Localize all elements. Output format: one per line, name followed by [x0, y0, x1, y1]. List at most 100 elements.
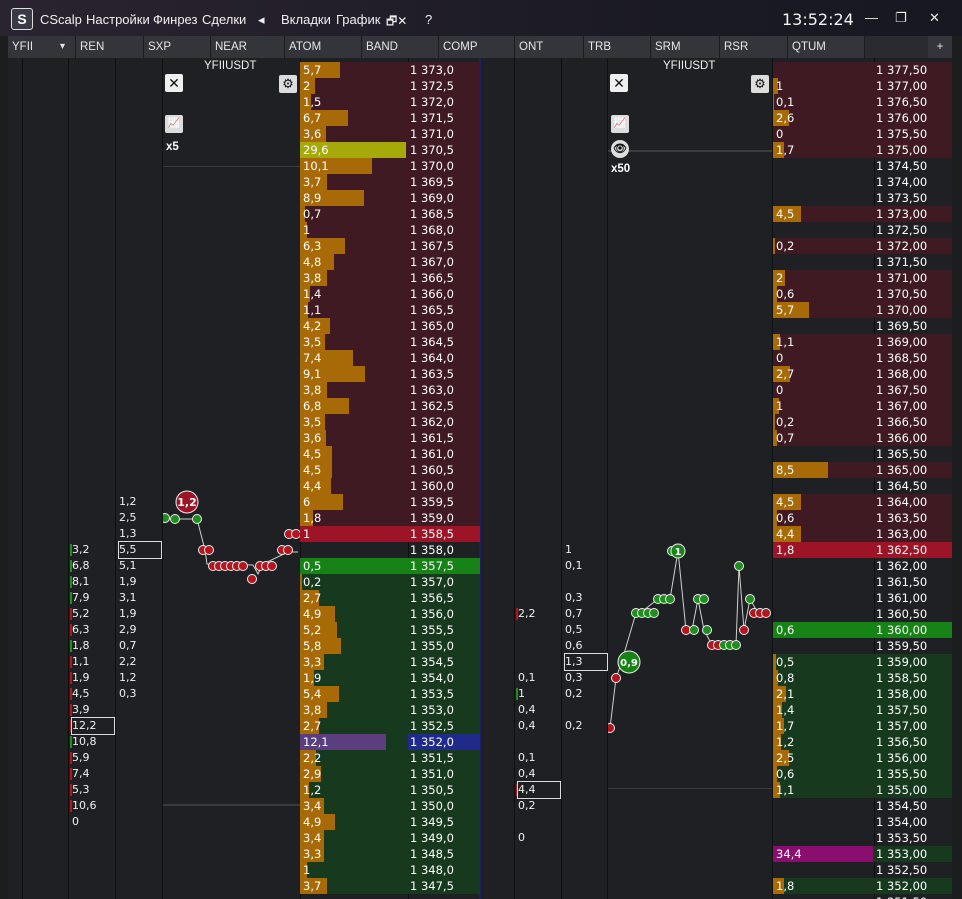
orderbook-row[interactable]: 1,7 1 357,00 [773, 718, 952, 734]
orderbook-row[interactable]: 0 1 368,50 [773, 350, 952, 366]
tab-ont[interactable]: ONT [515, 36, 584, 58]
orderbook-row[interactable]: 34,4 1 353,00 [773, 846, 952, 862]
left-multiplier[interactable]: x5 [166, 141, 179, 153]
orderbook-row[interactable]: 1,8 1 362,50 [773, 542, 952, 558]
orderbook-row[interactable]: 3,5 1 362,0 [300, 414, 480, 430]
orderbook-row[interactable]: 1 361,50 [773, 574, 952, 590]
orderbook-row[interactable]: 0,6 1 370,50 [773, 286, 952, 302]
orderbook-row[interactable]: 1,2 1 350,5 [300, 782, 480, 798]
orderbook-row[interactable]: 0,5 1 359,00 [773, 654, 952, 670]
orderbook-row[interactable]: 1 373,50 [773, 190, 952, 206]
orderbook-row[interactable]: 1,5 1 372,0 [300, 94, 480, 110]
orderbook-row[interactable]: 1 364,50 [773, 478, 952, 494]
orderbook-row[interactable]: 1 371,50 [773, 254, 952, 270]
orderbook-row[interactable]: 3,6 1 361,5 [300, 430, 480, 446]
orderbook-row[interactable]: 8,9 1 369,0 [300, 190, 480, 206]
tab-srm[interactable]: SRM [651, 36, 720, 58]
close-window-icon[interactable]: ✕ [929, 10, 940, 26]
orderbook-row[interactable]: 10,1 1 370,0 [300, 158, 480, 174]
menu-settings[interactable]: Настройки [86, 12, 150, 27]
orderbook-row[interactable]: 0,7 1 368,5 [300, 206, 480, 222]
orderbook-row[interactable]: 3,6 1 371,0 [300, 126, 480, 142]
orderbook-row[interactable]: 1 358,0 [300, 542, 480, 558]
orderbook-row[interactable]: 3,8 1 353,0 [300, 702, 480, 718]
orderbook-row[interactable]: 4,9 1 349,5 [300, 814, 480, 830]
orderbook-row[interactable]: 3,8 1 363,0 [300, 382, 480, 398]
orderbook-row[interactable]: 1,2 1 356,50 [773, 734, 952, 750]
menu-finrez[interactable]: Финрез [153, 12, 197, 27]
minimize-icon[interactable]: — [865, 10, 878, 25]
orderbook-row[interactable]: 3,4 1 349,0 [300, 830, 480, 846]
orderbook-row[interactable]: 0,7 1 366,00 [773, 430, 952, 446]
orderbook-row[interactable]: 4,2 1 365,0 [300, 318, 480, 334]
orderbook-row[interactable]: 0,8 1 358,50 [773, 670, 952, 686]
orderbook-row[interactable]: 29,6 1 370,5 [300, 142, 480, 158]
orderbook-row[interactable]: 2,7 1 352,5 [300, 718, 480, 734]
tab-atom[interactable]: ATOM [285, 36, 362, 58]
orderbook-row[interactable]: 2 1 371,00 [773, 270, 952, 286]
menu-trades[interactable]: Сделки [202, 12, 246, 27]
orderbook-row[interactable]: 1,1 1 369,00 [773, 334, 952, 350]
orderbook-row[interactable]: 2,6 1 376,00 [773, 110, 952, 126]
orderbook-row[interactable]: 6,7 1 371,5 [300, 110, 480, 126]
orderbook-row[interactable]: 4,9 1 356,0 [300, 606, 480, 622]
right-multiplier[interactable]: x50 [611, 163, 630, 175]
orderbook-row[interactable]: 5,4 1 353,5 [300, 686, 480, 702]
orderbook-row[interactable]: 1 351,50 [773, 894, 952, 899]
orderbook-row[interactable]: 1 374,00 [773, 174, 952, 190]
orderbook-row[interactable]: 4,4 1 363,00 [773, 526, 952, 542]
orderbook-row[interactable]: 1 1 368,0 [300, 222, 480, 238]
right-close-icon[interactable]: ✕ [610, 74, 628, 92]
orderbook-row[interactable]: 1 369,50 [773, 318, 952, 334]
orderbook-row[interactable]: 1 352,50 [773, 862, 952, 878]
orderbook-row[interactable]: 2,1 1 358,00 [773, 686, 952, 702]
orderbook-row[interactable]: 3,4 1 350,0 [300, 798, 480, 814]
orderbook-row[interactable]: 0,2 1 372,00 [773, 238, 952, 254]
orderbook-row[interactable]: 1,4 1 366,0 [300, 286, 480, 302]
orderbook-row[interactable]: 1,7 1 375,00 [773, 142, 952, 158]
orderbook-row[interactable]: 1,4 1 357,50 [773, 702, 952, 718]
tab-trb[interactable]: TRB [584, 36, 651, 58]
detach-close-icon[interactable]: 🗗✕ [386, 12, 407, 33]
right-gear-icon[interactable]: ⚙ [751, 75, 769, 93]
tab-band[interactable]: BAND [362, 36, 439, 58]
orderbook-row[interactable]: 0,5 1 357,5 [300, 558, 480, 574]
orderbook-row[interactable]: 2,5 1 356,00 [773, 750, 952, 766]
orderbook-row[interactable]: 1 377,50 [773, 62, 952, 78]
orderbook-row[interactable]: 0,2 1 366,50 [773, 414, 952, 430]
orderbook-row[interactable]: 5,2 1 355,5 [300, 622, 480, 638]
orderbook-row[interactable]: 0 1 367,50 [773, 382, 952, 398]
orderbook-row[interactable]: 3,7 1 347,5 [300, 878, 480, 894]
orderbook-row[interactable]: 1 360,50 [773, 606, 952, 622]
orderbook-row[interactable]: 0,6 1 363,50 [773, 510, 952, 526]
orderbook-row[interactable]: 1,9 1 354,0 [300, 670, 480, 686]
orderbook-row[interactable]: 1 365,50 [773, 446, 952, 462]
orderbook-row[interactable]: 9,1 1 363,5 [300, 366, 480, 382]
orderbook-row[interactable]: 1 1 348,0 [300, 862, 480, 878]
right-chart-icon[interactable]: 📈 [611, 115, 629, 133]
left-close-icon[interactable]: ✕ [165, 74, 183, 92]
tab-rsr[interactable]: RSR [720, 36, 788, 58]
tab-yfii[interactable]: YFII ▾ [8, 36, 76, 58]
tab-near[interactable]: NEAR [211, 36, 285, 58]
orderbook-row[interactable]: 0 1 375,50 [773, 126, 952, 142]
orderbook-row[interactable]: 1 353,50 [773, 830, 952, 846]
orderbook-row[interactable]: 3,3 1 354,5 [300, 654, 480, 670]
help-icon[interactable]: ? [425, 12, 432, 27]
orderbook-row[interactable]: 2,7 1 368,00 [773, 366, 952, 382]
left-gear-icon[interactable]: ⚙ [279, 75, 297, 93]
orderbook-row[interactable]: 0,6 1 360,00 [773, 622, 952, 638]
menu-chart[interactable]: График [336, 12, 380, 27]
orderbook-row[interactable]: 4,5 1 373,00 [773, 206, 952, 222]
orderbook-row[interactable]: 1 359,50 [773, 638, 952, 654]
orderbook-row[interactable]: 6,8 1 362,5 [300, 398, 480, 414]
orderbook-row[interactable]: 4,5 1 361,0 [300, 446, 480, 462]
orderbook-row[interactable]: 4,4 1 360,0 [300, 478, 480, 494]
orderbook-row[interactable]: 3,5 1 364,5 [300, 334, 480, 350]
orderbook-row[interactable]: 2,2 1 351,5 [300, 750, 480, 766]
orderbook-row[interactable]: 6,3 1 367,5 [300, 238, 480, 254]
orderbook-row[interactable]: 4,8 1 367,0 [300, 254, 480, 270]
orderbook-row[interactable]: 1,1 1 355,00 [773, 782, 952, 798]
orderbook-row[interactable]: 1 354,00 [773, 814, 952, 830]
left-chart-icon[interactable]: 📈 [165, 115, 183, 133]
